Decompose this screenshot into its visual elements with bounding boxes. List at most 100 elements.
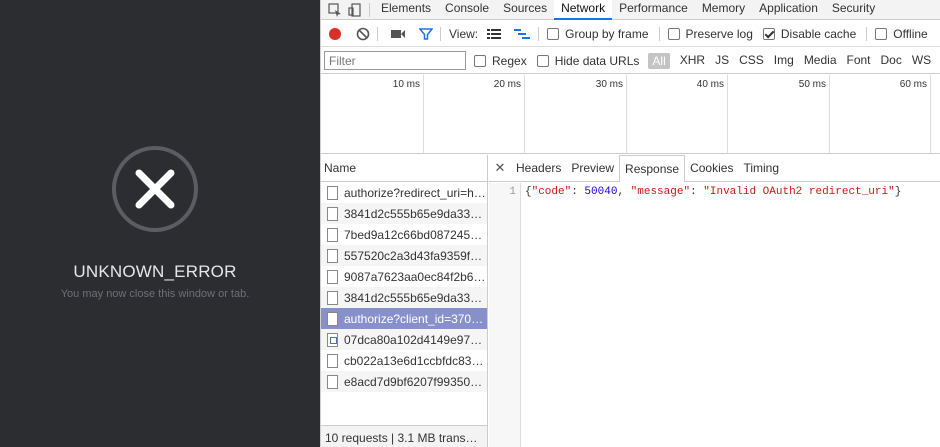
disable-cache-box[interactable] — [762, 27, 775, 40]
waterfall-view-icon[interactable] — [512, 24, 532, 44]
toolbar-divider — [377, 26, 378, 41]
request-name: e8acd7d9bf6207f99350… — [344, 374, 483, 389]
type-filter-xhr[interactable]: XHR — [680, 53, 705, 69]
request-detail-pane: ✕ Headers Preview Response Cookies Timing 1 … — [489, 154, 940, 447]
document-file-icon — [327, 353, 338, 368]
image-file-icon — [327, 332, 338, 347]
type-filter-all[interactable]: All — [648, 52, 670, 69]
request-row[interactable]: e8acd7d9bf6207f99350… — [321, 371, 487, 392]
json-key-message: "message" — [630, 186, 691, 198]
tab-preview[interactable]: Preview — [566, 155, 619, 182]
document-file-icon — [327, 227, 338, 242]
request-list: Name authorize?redirect_uri=ht… 3841d2c55… — [321, 155, 488, 447]
document-file-icon — [327, 374, 338, 389]
inspect-element-icon[interactable] — [325, 0, 345, 20]
large-rows-icon[interactable] — [484, 24, 504, 44]
device-toolbar-icon[interactable] — [345, 0, 365, 20]
hide-data-urls-checkbox[interactable]: Hide data URLs — [533, 54, 639, 68]
type-filter-css[interactable]: CSS — [739, 53, 764, 69]
regex-checkbox[interactable]: Regex — [470, 54, 527, 68]
preserve-log-label: Preserve log — [685, 26, 753, 41]
preserve-log-box[interactable] — [667, 27, 680, 40]
disable-cache-label: Disable cache — [780, 26, 857, 41]
tab-cookies[interactable]: Cookies — [685, 155, 738, 182]
document-file-icon — [327, 248, 338, 263]
request-row[interactable]: 557520c2a3d43fa9359f… — [321, 245, 487, 266]
type-filter-media[interactable]: Media — [804, 53, 837, 69]
timeline-label: 40 ms — [696, 79, 724, 90]
timeline-gridline — [930, 75, 931, 153]
clear-button[interactable] — [353, 24, 373, 44]
group-by-frame-box[interactable] — [547, 27, 560, 40]
response-viewer[interactable]: 1 {"code": 50040, "message": "Invalid OA… — [489, 183, 940, 447]
regex-label: Regex — [492, 53, 527, 68]
group-by-frame-checkbox[interactable]: Group by frame — [543, 27, 649, 41]
hide-data-urls-box[interactable] — [536, 54, 549, 67]
request-row[interactable]: authorize?client_id=370… — [321, 308, 487, 329]
error-circle-icon — [112, 146, 198, 232]
panel-tab-list: Elements Console Sources Network Performance… — [374, 0, 882, 20]
request-row[interactable]: 7bed9a12c66bd087245… — [321, 224, 487, 245]
request-row[interactable]: 3841d2c555b65e9da33… — [321, 287, 487, 308]
offline-box[interactable] — [875, 27, 888, 40]
timeline-gridline — [524, 75, 525, 153]
tab-timing[interactable]: Timing — [738, 155, 784, 182]
type-filter-doc[interactable]: Doc — [881, 53, 902, 69]
preserve-log-checkbox[interactable]: Preserve log — [664, 27, 753, 41]
name-column-header[interactable]: Name — [321, 155, 487, 182]
json-value-message: "Invalid OAuth2 redirect_uri" — [703, 186, 895, 198]
request-name: cb022a13e6d1ccbfdc83… — [344, 353, 484, 368]
detail-tabs: ✕ Headers Preview Response Cookies Timing — [489, 154, 940, 182]
network-toolbar: View: Group by frame Preserve log Disabl… — [321, 21, 940, 47]
panel-tab-sources[interactable]: Sources — [496, 0, 554, 20]
request-name: authorize?client_id=370… — [344, 311, 484, 326]
response-body[interactable]: {"code": 50040, "message": "Invalid OAut… — [525, 186, 901, 198]
request-name: 557520c2a3d43fa9359f… — [344, 248, 483, 263]
type-filter-img[interactable]: Img — [774, 53, 794, 69]
document-file-icon — [327, 206, 338, 221]
tab-headers[interactable]: Headers — [511, 155, 566, 182]
error-message: You may now close this window or tab. — [60, 288, 250, 300]
panel-tab-application[interactable]: Application — [752, 0, 825, 20]
filter-input[interactable] — [324, 51, 466, 70]
devtools-panel-tabs: Elements Console Sources Network Performance… — [321, 0, 940, 20]
record-button[interactable] — [325, 24, 345, 44]
error-page: UNKNOWN_ERROR You may now close this win… — [0, 0, 320, 447]
type-filter-font[interactable]: Font — [847, 53, 871, 69]
close-icon[interactable]: ✕ — [489, 160, 511, 176]
document-file-icon — [327, 311, 338, 326]
request-name: 07dca80a102d4149e97… — [344, 332, 483, 347]
timeline-gridline — [829, 75, 830, 153]
resource-type-filters: AllXHRJSCSSImgMediaFontDocWSMa — [643, 52, 940, 69]
document-file-icon — [327, 290, 338, 305]
timeline-gridline — [727, 75, 728, 153]
request-row[interactable]: authorize?redirect_uri=ht… — [321, 182, 487, 203]
panel-tab-security[interactable]: Security — [825, 0, 882, 20]
toolbar-divider — [369, 2, 370, 17]
filter-icon[interactable] — [416, 24, 436, 44]
type-filter-ws[interactable]: WS — [912, 53, 931, 69]
capture-screenshots-icon[interactable] — [388, 24, 408, 44]
request-row[interactable]: 3841d2c555b65e9da33… — [321, 203, 487, 224]
request-row[interactable]: cb022a13e6d1ccbfdc83… — [321, 350, 487, 371]
network-status-bar: 10 requests | 3.1 MB trans… — [321, 425, 487, 447]
offline-checkbox[interactable]: Offline — [871, 27, 928, 41]
panel-tab-elements[interactable]: Elements — [374, 0, 438, 20]
network-overview-timeline[interactable]: 10 ms 20 ms 30 ms 40 ms 50 ms 60 ms — [321, 75, 940, 154]
document-file-icon — [327, 269, 338, 284]
panel-tab-console[interactable]: Console — [438, 0, 496, 20]
regex-box[interactable] — [474, 54, 486, 67]
toolbar-divider — [866, 26, 868, 41]
panel-tab-memory[interactable]: Memory — [695, 0, 752, 20]
request-name: 3841d2c555b65e9da33… — [344, 290, 483, 305]
request-row[interactable]: 07dca80a102d4149e97… — [321, 329, 487, 350]
request-row[interactable]: 9087a7623aa0ec84f2b6… — [321, 266, 487, 287]
timeline-label: 20 ms — [493, 79, 521, 90]
tab-response[interactable]: Response — [619, 154, 686, 182]
disable-cache-checkbox[interactable]: Disable cache — [759, 27, 856, 41]
request-name: 7bed9a12c66bd087245… — [344, 227, 483, 242]
panel-tab-performance[interactable]: Performance — [612, 0, 695, 20]
panel-tab-network[interactable]: Network — [554, 0, 613, 20]
type-filter-js[interactable]: JS — [715, 53, 729, 69]
toolbar-divider — [538, 26, 540, 41]
